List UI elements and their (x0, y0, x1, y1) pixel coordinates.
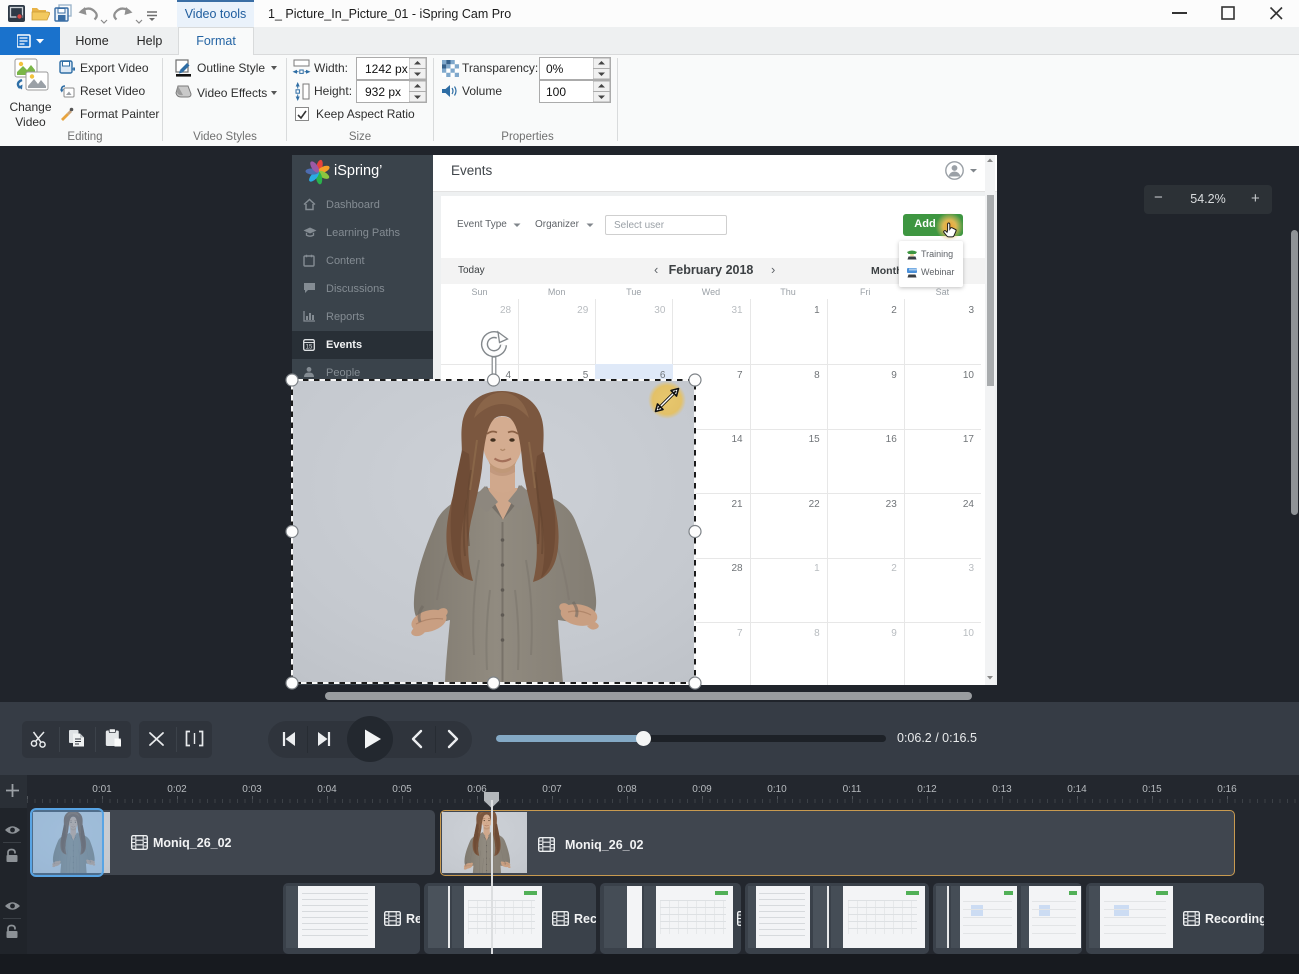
svg-text:15: 15 (306, 345, 313, 351)
